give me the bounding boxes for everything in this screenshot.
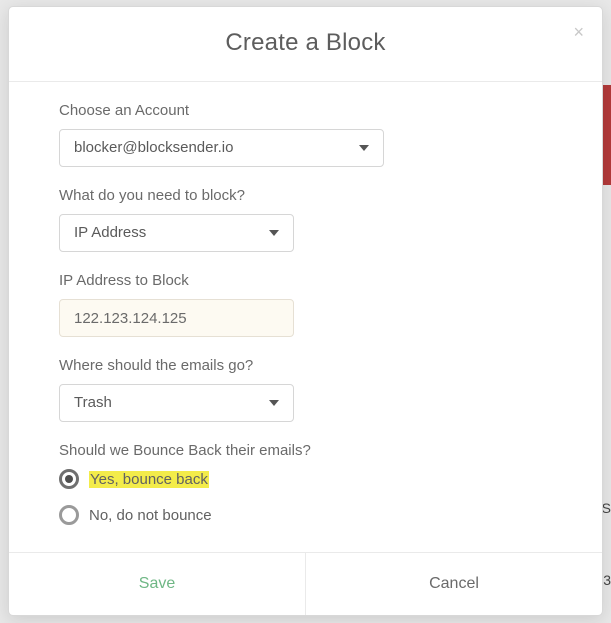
modal-title: Create a Block: [29, 29, 582, 57]
bounce-yes-radio[interactable]: Yes, bounce back: [59, 469, 552, 489]
close-icon[interactable]: ×: [573, 23, 584, 41]
chevron-down-icon: [269, 230, 279, 236]
modal-body: Choose an Account blocker@blocksender.io…: [9, 82, 602, 552]
ip-label: IP Address to Block: [59, 272, 552, 289]
ip-input[interactable]: [59, 299, 294, 337]
destination-field: Where should the emails go? Trash: [59, 357, 552, 422]
bg-letter-s: S: [602, 500, 611, 516]
bounce-label: Should we Bounce Back their emails?: [59, 442, 552, 459]
chevron-down-icon: [269, 400, 279, 406]
ip-field: IP Address to Block: [59, 272, 552, 337]
create-block-modal: Create a Block × Choose an Account block…: [8, 6, 603, 616]
bounce-radio-group: Yes, bounce back No, do not bounce: [59, 469, 552, 525]
cancel-button[interactable]: Cancel: [306, 553, 602, 615]
account-field: Choose an Account blocker@blocksender.io: [59, 102, 552, 167]
chevron-down-icon: [359, 145, 369, 151]
bounce-no-radio[interactable]: No, do not bounce: [59, 505, 552, 525]
radio-icon: [59, 505, 79, 525]
bg-digit-3: 3: [603, 572, 611, 588]
block-type-dropdown[interactable]: IP Address: [59, 214, 294, 252]
block-type-label: What do you need to block?: [59, 187, 552, 204]
destination-label: Where should the emails go?: [59, 357, 552, 374]
block-type-field: What do you need to block? IP Address: [59, 187, 552, 252]
account-dropdown[interactable]: blocker@blocksender.io: [59, 129, 384, 167]
destination-selected: Trash: [60, 385, 293, 420]
radio-icon: [59, 469, 79, 489]
account-selected: blocker@blocksender.io: [60, 130, 383, 165]
block-type-selected: IP Address: [60, 215, 293, 250]
bounce-no-label: No, do not bounce: [89, 507, 212, 524]
bounce-field: Should we Bounce Back their emails? Yes,…: [59, 442, 552, 525]
modal-header: Create a Block ×: [9, 7, 602, 82]
bounce-yes-label: Yes, bounce back: [89, 471, 209, 488]
save-button[interactable]: Save: [9, 553, 306, 615]
destination-dropdown[interactable]: Trash: [59, 384, 294, 422]
modal-footer: Save Cancel: [9, 552, 602, 615]
account-label: Choose an Account: [59, 102, 552, 119]
